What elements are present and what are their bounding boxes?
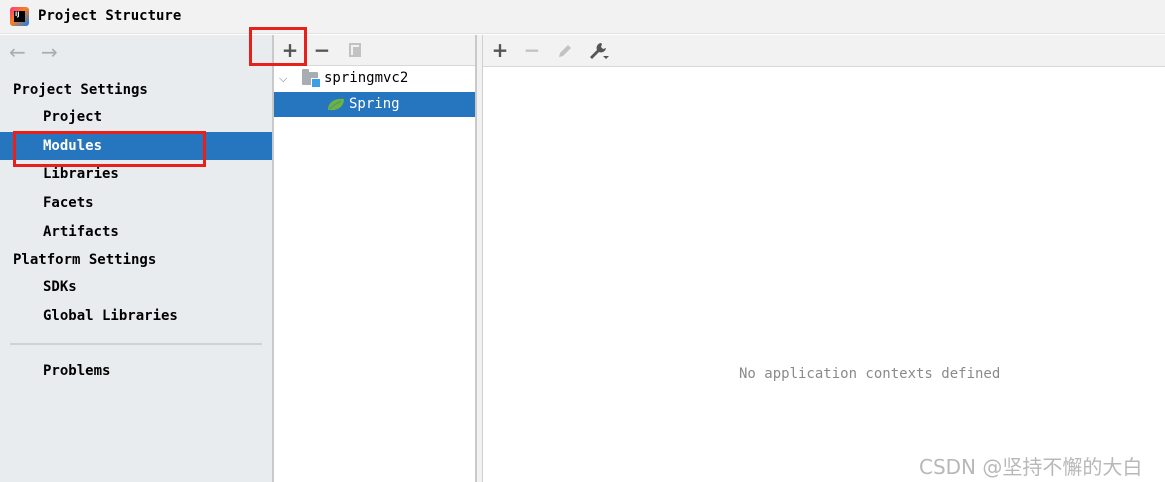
remove-module-button[interactable]: − bbox=[311, 39, 333, 61]
sidebar-item-project[interactable]: Project bbox=[0, 103, 272, 131]
module-name-label: springmvc2 bbox=[324, 70, 409, 86]
empty-contexts-message: No application contexts defined bbox=[739, 366, 1001, 382]
facet-name-label: Spring bbox=[349, 96, 400, 112]
title-bar: IJ Project Structure bbox=[0, 0, 1165, 34]
add-module-button[interactable]: + bbox=[279, 39, 301, 61]
platform-settings-header: Platform Settings bbox=[13, 252, 157, 268]
settings-sidebar: ← → Project Settings Project Modules Lib… bbox=[0, 35, 272, 482]
modules-panel: + − ⌵ springmvc2 Spring bbox=[274, 35, 475, 482]
csdn-watermark: CSDN @坚持不懈的大白 bbox=[919, 455, 1143, 479]
copy-icon[interactable] bbox=[349, 43, 361, 57]
sidebar-item-libraries[interactable]: Libraries bbox=[0, 160, 272, 188]
wrench-icon[interactable] bbox=[588, 41, 610, 61]
detail-toolbar: + − bbox=[483, 35, 1165, 67]
forward-arrow-icon[interactable]: → bbox=[41, 42, 58, 62]
module-folder-icon bbox=[302, 69, 321, 88]
sidebar-item-sdks[interactable]: SDKs bbox=[0, 273, 272, 301]
edit-pencil-icon[interactable] bbox=[556, 42, 574, 60]
tree-node-spring-facet[interactable]: Spring bbox=[274, 92, 475, 117]
back-arrow-icon[interactable]: ← bbox=[9, 42, 26, 62]
tree-node-module[interactable]: ⌵ springmvc2 bbox=[274, 66, 475, 91]
window-title: Project Structure bbox=[38, 8, 182, 24]
sidebar-item-modules[interactable]: Modules bbox=[0, 132, 272, 160]
remove-context-button[interactable]: − bbox=[521, 39, 543, 61]
modules-toolbar: + − bbox=[274, 35, 475, 66]
sidebar-item-global-libraries[interactable]: Global Libraries bbox=[0, 302, 272, 330]
detail-panel: + − No application contexts defined bbox=[483, 35, 1165, 482]
project-settings-header: Project Settings bbox=[13, 82, 148, 98]
chevron-down-icon[interactable]: ⌵ bbox=[279, 66, 287, 91]
intellij-app-icon: IJ bbox=[10, 7, 29, 26]
sidebar-item-problems[interactable]: Problems bbox=[0, 357, 272, 385]
sidebar-item-facets[interactable]: Facets bbox=[0, 189, 272, 217]
spring-leaf-icon bbox=[328, 98, 344, 111]
sidebar-item-artifacts[interactable]: Artifacts bbox=[0, 218, 272, 246]
add-context-button[interactable]: + bbox=[489, 39, 511, 61]
sidebar-divider bbox=[10, 343, 262, 345]
